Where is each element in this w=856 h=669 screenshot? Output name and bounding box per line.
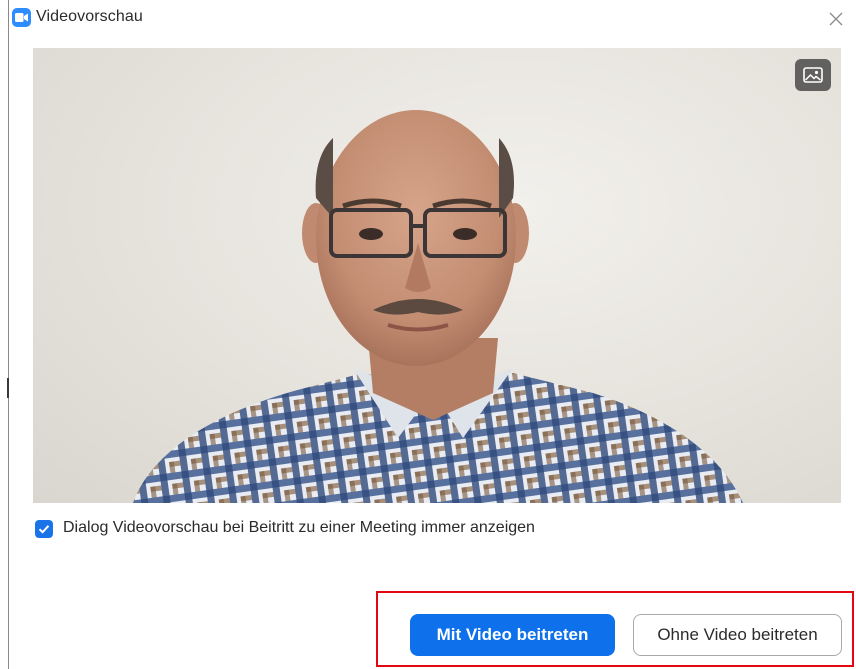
window-edge-marker [7, 378, 9, 398]
zoom-camera-icon [12, 8, 31, 27]
always-show-preview-label[interactable]: Dialog Videovorschau bei Beitritt zu ein… [63, 519, 535, 537]
title-bar: Videovorschau [12, 6, 856, 30]
close-icon[interactable] [826, 9, 846, 29]
window-title: Videovorschau [36, 8, 143, 25]
always-show-preview-checkbox[interactable] [35, 520, 53, 538]
camera-feed-person [133, 110, 743, 503]
background-image-icon[interactable] [795, 59, 831, 91]
video-preview [33, 48, 841, 503]
join-without-video-button[interactable]: Ohne Video beitreten [633, 614, 842, 656]
window-left-edge [8, 0, 9, 669]
join-with-video-button[interactable]: Mit Video beitreten [410, 614, 615, 656]
